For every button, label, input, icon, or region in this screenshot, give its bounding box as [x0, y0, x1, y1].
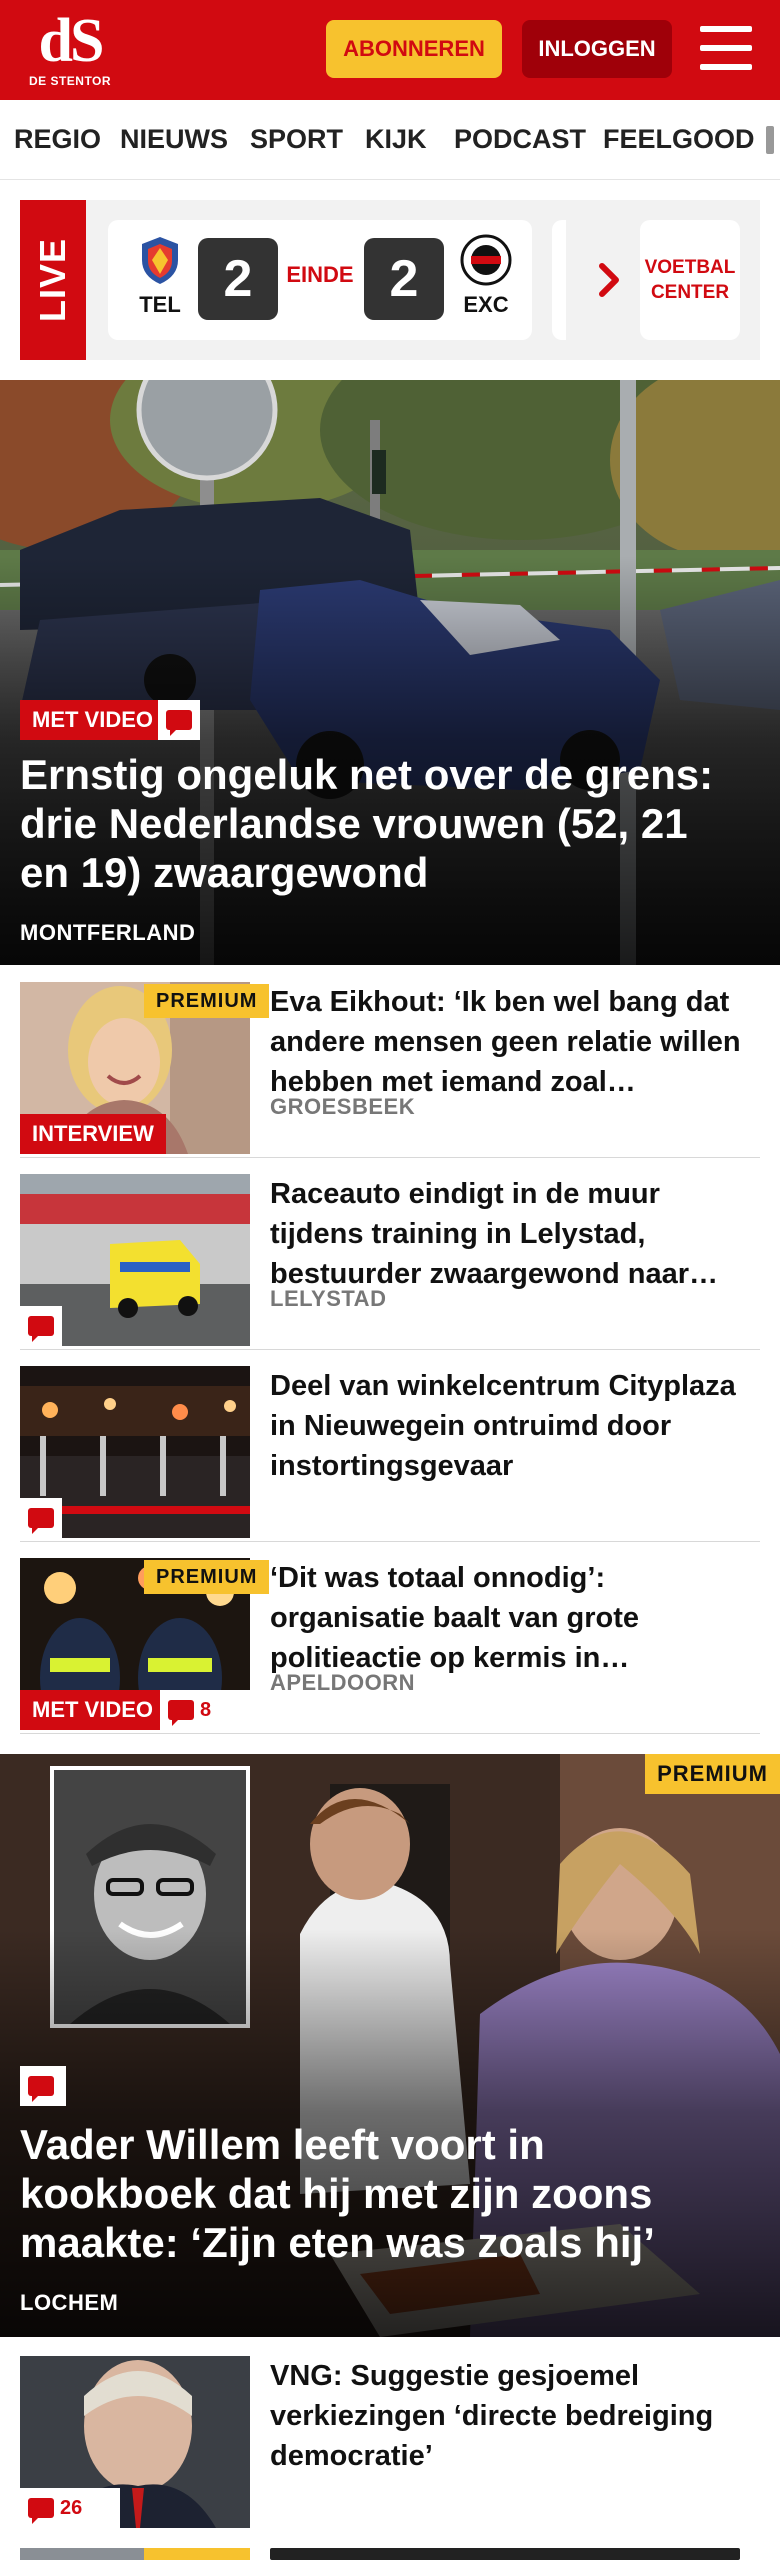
hero-location: LOCHEM — [20, 2290, 119, 2315]
article-location: LELYSTAD — [270, 1286, 387, 1311]
football-center-label-2: CENTER — [650, 282, 730, 303]
list-item[interactable]: 26 VNG: Suggestie gesjoemel verkiezingen… — [20, 2340, 760, 2540]
nav-overflow-indicator — [766, 126, 774, 154]
article-headline[interactable]: Eva Eikhout: ‘Ik ben wel bang dat andere… — [270, 982, 756, 1102]
football-center-label-1: VOETBAL — [644, 257, 736, 278]
subscribe-button[interactable]: ABONNEREN — [326, 20, 502, 78]
nav-item-kijk[interactable]: KIJK — [365, 100, 427, 179]
nav-item-sport[interactable]: SPORT — [250, 100, 343, 179]
hero-article-cookbook[interactable]: PREMIUM Vader Willem leeft voort in kook… — [0, 1754, 780, 2337]
comment-bubble-icon — [166, 710, 192, 736]
hero-headline[interactable]: Ernstig ongeluk net over de grens: drie … — [20, 750, 740, 897]
hero-headline[interactable]: Vader Willem leeft voort in kookboek dat… — [20, 2120, 740, 2267]
list-item[interactable]: Raceauto eindigt in de muur tijdens trai… — [20, 1158, 760, 1350]
comment-bubble-icon — [168, 1700, 194, 1726]
comment-badge[interactable]: 8 — [160, 1690, 250, 1730]
comment-count: 8 — [200, 1698, 212, 1721]
logo-mark: dS — [38, 7, 105, 75]
comment-bubble-icon — [28, 1316, 54, 1342]
article-location: APELDOORN — [270, 1670, 416, 1695]
nav-item-nieuws[interactable]: NIEUWS — [120, 100, 228, 179]
article-headline[interactable]: Raceauto eindigt in de muur tijdens trai… — [270, 1174, 756, 1294]
away-team: EXC — [446, 234, 526, 318]
article-location: GROESBEEK — [270, 1094, 416, 1119]
premium-badge: PREMIUM — [645, 1754, 780, 1794]
football-center-link[interactable]: VOETBAL CENTER — [640, 220, 740, 340]
chevron-right-icon[interactable] — [590, 256, 630, 304]
nav-item-feelgood[interactable]: FEELGOOD — [603, 100, 755, 179]
logo-text: DE STENTOR — [28, 74, 112, 88]
article-headline[interactable]: Deel van winkelcentrum Cityplaza in Nieu… — [270, 1366, 756, 1486]
nav-item-regio[interactable]: REGIO — [14, 100, 101, 179]
comment-bubble-icon — [28, 2076, 54, 2102]
list-item[interactable]: Deel van winkelcentrum Cityplaza in Nieu… — [20, 1350, 760, 1542]
list-item[interactable]: PREMIUM INTERVIEW Eva Eikhout: ‘Ik ben w… — [20, 966, 760, 1158]
comment-badge[interactable] — [20, 2066, 66, 2106]
comment-badge[interactable] — [20, 1306, 62, 1346]
away-team-name: EXC — [463, 292, 509, 317]
home-team: TEL — [120, 234, 200, 318]
comment-badge[interactable] — [20, 1498, 62, 1538]
next-article-headline-peek — [270, 2548, 740, 2560]
match-card[interactable]: TEL 2 EINDE 2 EXC — [108, 220, 532, 340]
home-score: 2 — [198, 238, 278, 320]
nav-item-podcast[interactable]: PODCAST — [454, 100, 586, 179]
comment-badge[interactable]: 26 — [20, 2488, 120, 2528]
video-label: MET VIDEO — [20, 700, 166, 740]
hero-location: MONTFERLAND — [20, 920, 196, 945]
interview-label: INTERVIEW — [20, 1114, 166, 1154]
premium-badge: PREMIUM — [144, 1560, 270, 1594]
login-button[interactable]: INLOGGEN — [522, 20, 672, 78]
article-headline[interactable]: ‘Dit was totaal onnodig’: organisatie ba… — [270, 1558, 756, 1678]
comment-bubble-icon — [28, 1508, 54, 1534]
comment-count: 26 — [60, 2496, 83, 2519]
comment-bubble-icon — [28, 2498, 54, 2524]
hero-article-accident[interactable]: MET VIDEO Ernstig ongeluk net over de gr… — [0, 380, 780, 965]
list-item[interactable]: PREMIUM MET VIDEO 8 ‘Dit was totaal onno… — [20, 1542, 760, 1734]
match-status: EINDE — [286, 262, 354, 287]
premium-badge — [144, 2548, 250, 2560]
premium-badge: PREMIUM — [144, 984, 270, 1018]
home-team-crest-icon — [134, 234, 186, 286]
away-team-crest-icon — [460, 234, 512, 286]
away-score: 2 — [364, 238, 444, 320]
video-label: MET VIDEO — [20, 1690, 166, 1730]
site-header: dS DE STENTOR ABONNEREN INLOGGEN — [0, 0, 780, 100]
site-logo[interactable]: dS DE STENTOR — [28, 7, 112, 88]
live-score-widget: LIVE TEL 2 EINDE 2 EXC VOETBAL CENTER — [20, 200, 760, 360]
article-headline[interactable]: VNG: Suggestie gesjoemel verkiezingen ‘d… — [270, 2356, 756, 2476]
comment-badge[interactable] — [158, 700, 200, 740]
section-nav: REGIO NIEUWS SPORT KIJK PODCAST FEELGOOD — [0, 100, 780, 180]
live-label: LIVE — [20, 200, 86, 360]
home-team-name: TEL — [139, 292, 181, 317]
hamburger-menu-icon[interactable] — [700, 26, 752, 70]
next-match-card[interactable] — [552, 220, 566, 340]
